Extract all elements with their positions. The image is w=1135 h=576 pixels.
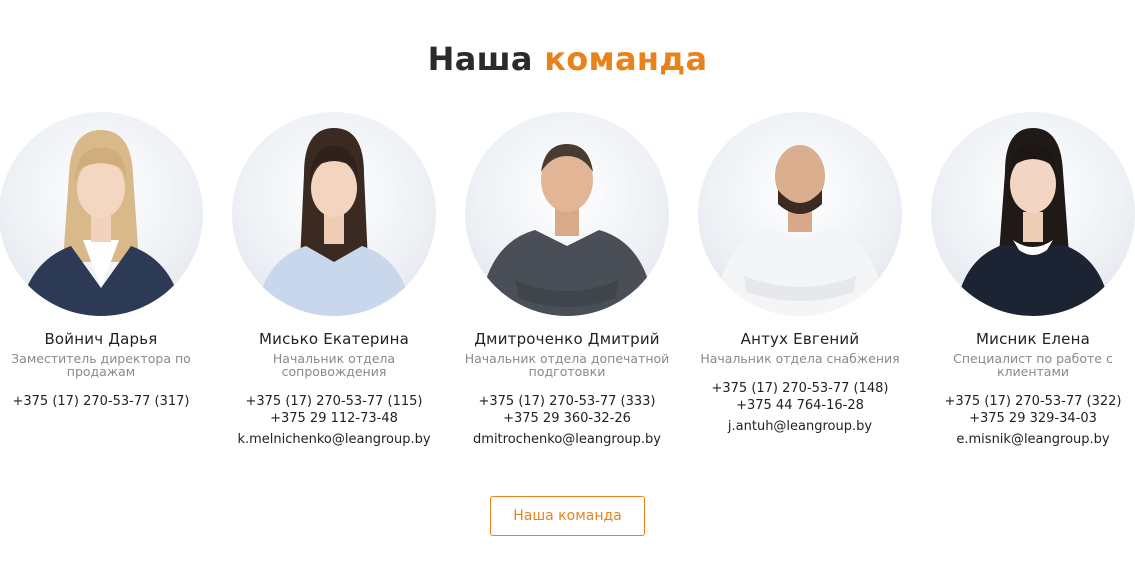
team-phone-office[interactable]: +375 (17) 270-53-77 (333) <box>451 393 683 410</box>
team-photo-dmitrochenko <box>465 112 669 316</box>
team-name: Антух Евгений <box>740 330 860 348</box>
team-role: Специалист по работе с клиентами <box>953 351 1113 379</box>
team-card-misnik: Мисник Елена Специалист по работе с клие… <box>917 112 1135 448</box>
team-phones: +375 (17) 270-53-77 (322) +375 29 329-34… <box>917 393 1135 427</box>
team-role: Начальник отдела сопровождения <box>272 351 396 379</box>
section-title-accent: команда <box>544 40 708 78</box>
team-phone-mobile[interactable]: +375 29 329-34-03 <box>917 410 1135 427</box>
team-card-dmitrochenko: Дмитроченко Дмитрий Начальник отдела доп… <box>451 112 683 448</box>
section-title-main: Наша <box>427 40 533 78</box>
team-photo-voynich <box>0 112 203 316</box>
team-phones: +375 (17) 270-53-77 (148) +375 44 764-16… <box>684 380 916 414</box>
team-email[interactable]: dmitrochenko@leangroup.by <box>451 431 683 448</box>
team-role: Заместитель директора по продажам <box>11 351 191 379</box>
team-phone-mobile[interactable]: +375 29 112-73-48 <box>218 410 450 427</box>
team-name: Дмитроченко Дмитрий <box>474 330 660 348</box>
team-name: Войнич Дарья <box>44 330 158 348</box>
team-card-misko: Мисько Екатерина Начальник отдела сопров… <box>218 112 450 448</box>
team-phone-office[interactable]: +375 (17) 270-53-77 (115) <box>218 393 450 410</box>
team-email[interactable]: j.antuh@leangroup.by <box>684 418 916 435</box>
team-role: Начальник отдела снабжения <box>700 351 900 366</box>
team-card-voynich: Войнич Дарья Заместитель директора по пр… <box>0 112 217 410</box>
team-role: Начальник отдела допечатной подготовки <box>464 351 670 379</box>
team-phone-office[interactable]: +375 (17) 270-53-77 (317) <box>0 393 217 410</box>
team-name: Мисник Елена <box>975 330 1090 348</box>
team-photo-misnik <box>931 112 1135 316</box>
team-phone-office[interactable]: +375 (17) 270-53-77 (148) <box>684 380 916 397</box>
team-phones: +375 (17) 270-53-77 (317) <box>0 393 217 410</box>
team-email[interactable]: e.misnik@leangroup.by <box>917 431 1135 448</box>
team-phone-mobile[interactable]: +375 44 764-16-28 <box>684 397 916 414</box>
team-phones: +375 (17) 270-53-77 (115) +375 29 112-73… <box>218 393 450 427</box>
team-phone-mobile[interactable]: +375 29 360-32-26 <box>451 410 683 427</box>
team-phones: +375 (17) 270-53-77 (333) +375 29 360-32… <box>451 393 683 427</box>
team-list: Войнич Дарья Заместитель директора по пр… <box>0 112 1135 452</box>
team-email[interactable]: k.melnichenko@leangroup.by <box>218 431 450 448</box>
team-page-button[interactable]: Наша команда <box>490 496 645 536</box>
team-photo-misko <box>232 112 436 316</box>
team-photo-antuh <box>698 112 902 316</box>
team-phone-office[interactable]: +375 (17) 270-53-77 (322) <box>917 393 1135 410</box>
team-card-antuh: Антух Евгений Начальник отдела снабжения… <box>684 112 916 435</box>
team-name: Мисько Екатерина <box>259 330 409 348</box>
section-title: Наша команда <box>0 40 1135 78</box>
